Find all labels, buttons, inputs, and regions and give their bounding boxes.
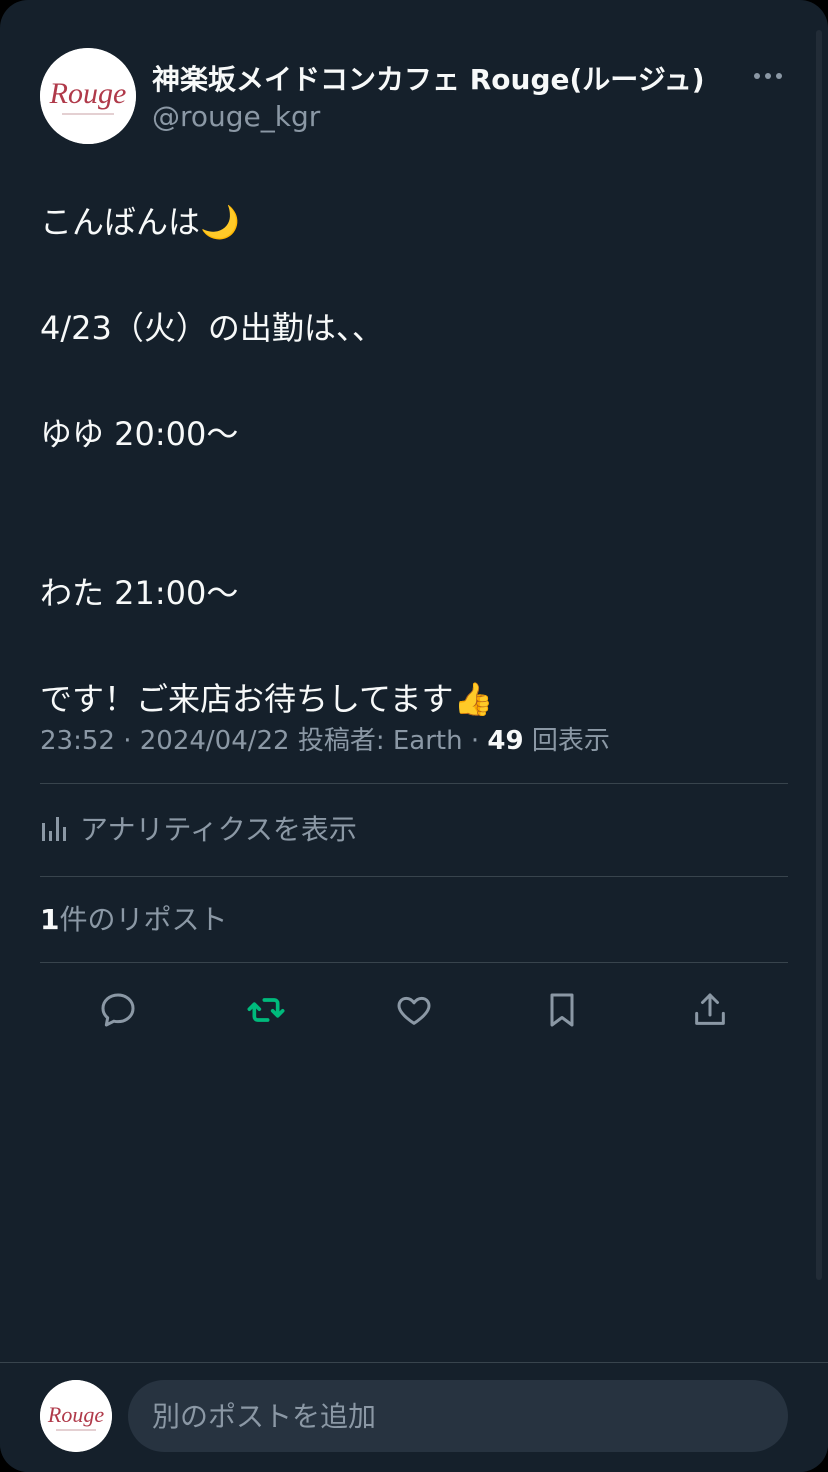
divider <box>40 962 788 963</box>
repost-count: 1 <box>40 903 60 936</box>
like-button[interactable] <box>389 985 439 1035</box>
meta-separator: · <box>470 726 488 756</box>
repost-count-link[interactable]: 1件のリポスト <box>40 898 228 938</box>
post-header: Rouge 神楽坂メイドコンカフェ Rouge(ルージュ) @rouge_kgr <box>40 48 788 144</box>
post-line: わた 21:00〜 <box>40 574 239 612</box>
rouge-logo-icon: Rouge <box>40 1380 112 1452</box>
share-button[interactable] <box>685 985 735 1035</box>
share-icon <box>695 993 725 1025</box>
reply-composer-bar: Rouge <box>0 1362 828 1472</box>
more-icon <box>754 73 782 79</box>
more-options-button[interactable] <box>748 56 788 96</box>
post-detail-screen: Rouge 神楽坂メイドコンカフェ Rouge(ルージュ) @rouge_kgr… <box>0 0 828 1472</box>
heart-icon <box>397 996 431 1025</box>
post-line: ゆゆ 20:00〜 <box>40 415 239 453</box>
post-line <box>40 620 788 673</box>
post-line: こんばんは🌙 <box>40 203 240 241</box>
author-avatar[interactable]: Rouge <box>40 48 136 144</box>
meta-separator: · <box>123 726 140 756</box>
post-line: 4/23（火）の出勤は、、 <box>40 309 384 347</box>
author-display-name[interactable]: 神楽坂メイドコンカフェ Rouge(ルージュ) <box>152 58 705 98</box>
author-handle[interactable]: @rouge_kgr <box>152 100 320 133</box>
post-line <box>40 514 788 567</box>
post-date[interactable]: 2024/04/22 <box>140 726 290 756</box>
repost-icon <box>247 998 285 1022</box>
repost-label: 件のリポスト <box>59 903 228 936</box>
bookmark-button[interactable] <box>537 985 587 1035</box>
reply-icon <box>101 993 135 1027</box>
post-line <box>40 461 788 514</box>
post-line <box>40 355 788 408</box>
post-line <box>40 249 788 302</box>
action-bar <box>40 985 788 1035</box>
view-analytics-link[interactable]: アナリティクスを表示 <box>40 808 357 848</box>
rouge-logo-icon: Rouge <box>40 48 136 144</box>
scrollbar[interactable] <box>816 30 822 1280</box>
post-meta: 23:52 · 2024/04/22 投稿者: Earth · 49 回表示 <box>40 720 788 757</box>
bar-chart-icon <box>42 817 66 841</box>
svg-text:Rouge: Rouge <box>47 1402 104 1427</box>
analytics-label: アナリティクスを表示 <box>80 813 357 846</box>
view-count: 49 <box>487 726 524 756</box>
divider <box>40 783 788 784</box>
repost-button[interactable] <box>241 985 291 1035</box>
post-line: です！ご来店お待ちしてます👍 <box>40 680 494 718</box>
posted-by: 投稿者: Earth <box>297 726 463 756</box>
reply-button[interactable] <box>93 985 143 1035</box>
post-time[interactable]: 23:52 <box>40 726 115 756</box>
divider <box>40 876 788 877</box>
bookmark-icon <box>550 993 574 1027</box>
view-label: 回表示 <box>531 726 610 756</box>
svg-text:Rouge: Rouge <box>49 77 127 110</box>
current-user-avatar[interactable]: Rouge <box>40 1380 112 1452</box>
post-text: こんばんは🌙 4/23（火）の出勤は、、 ゆゆ 20:00〜 わた 21:00〜… <box>40 196 788 726</box>
add-post-input[interactable] <box>128 1380 788 1452</box>
